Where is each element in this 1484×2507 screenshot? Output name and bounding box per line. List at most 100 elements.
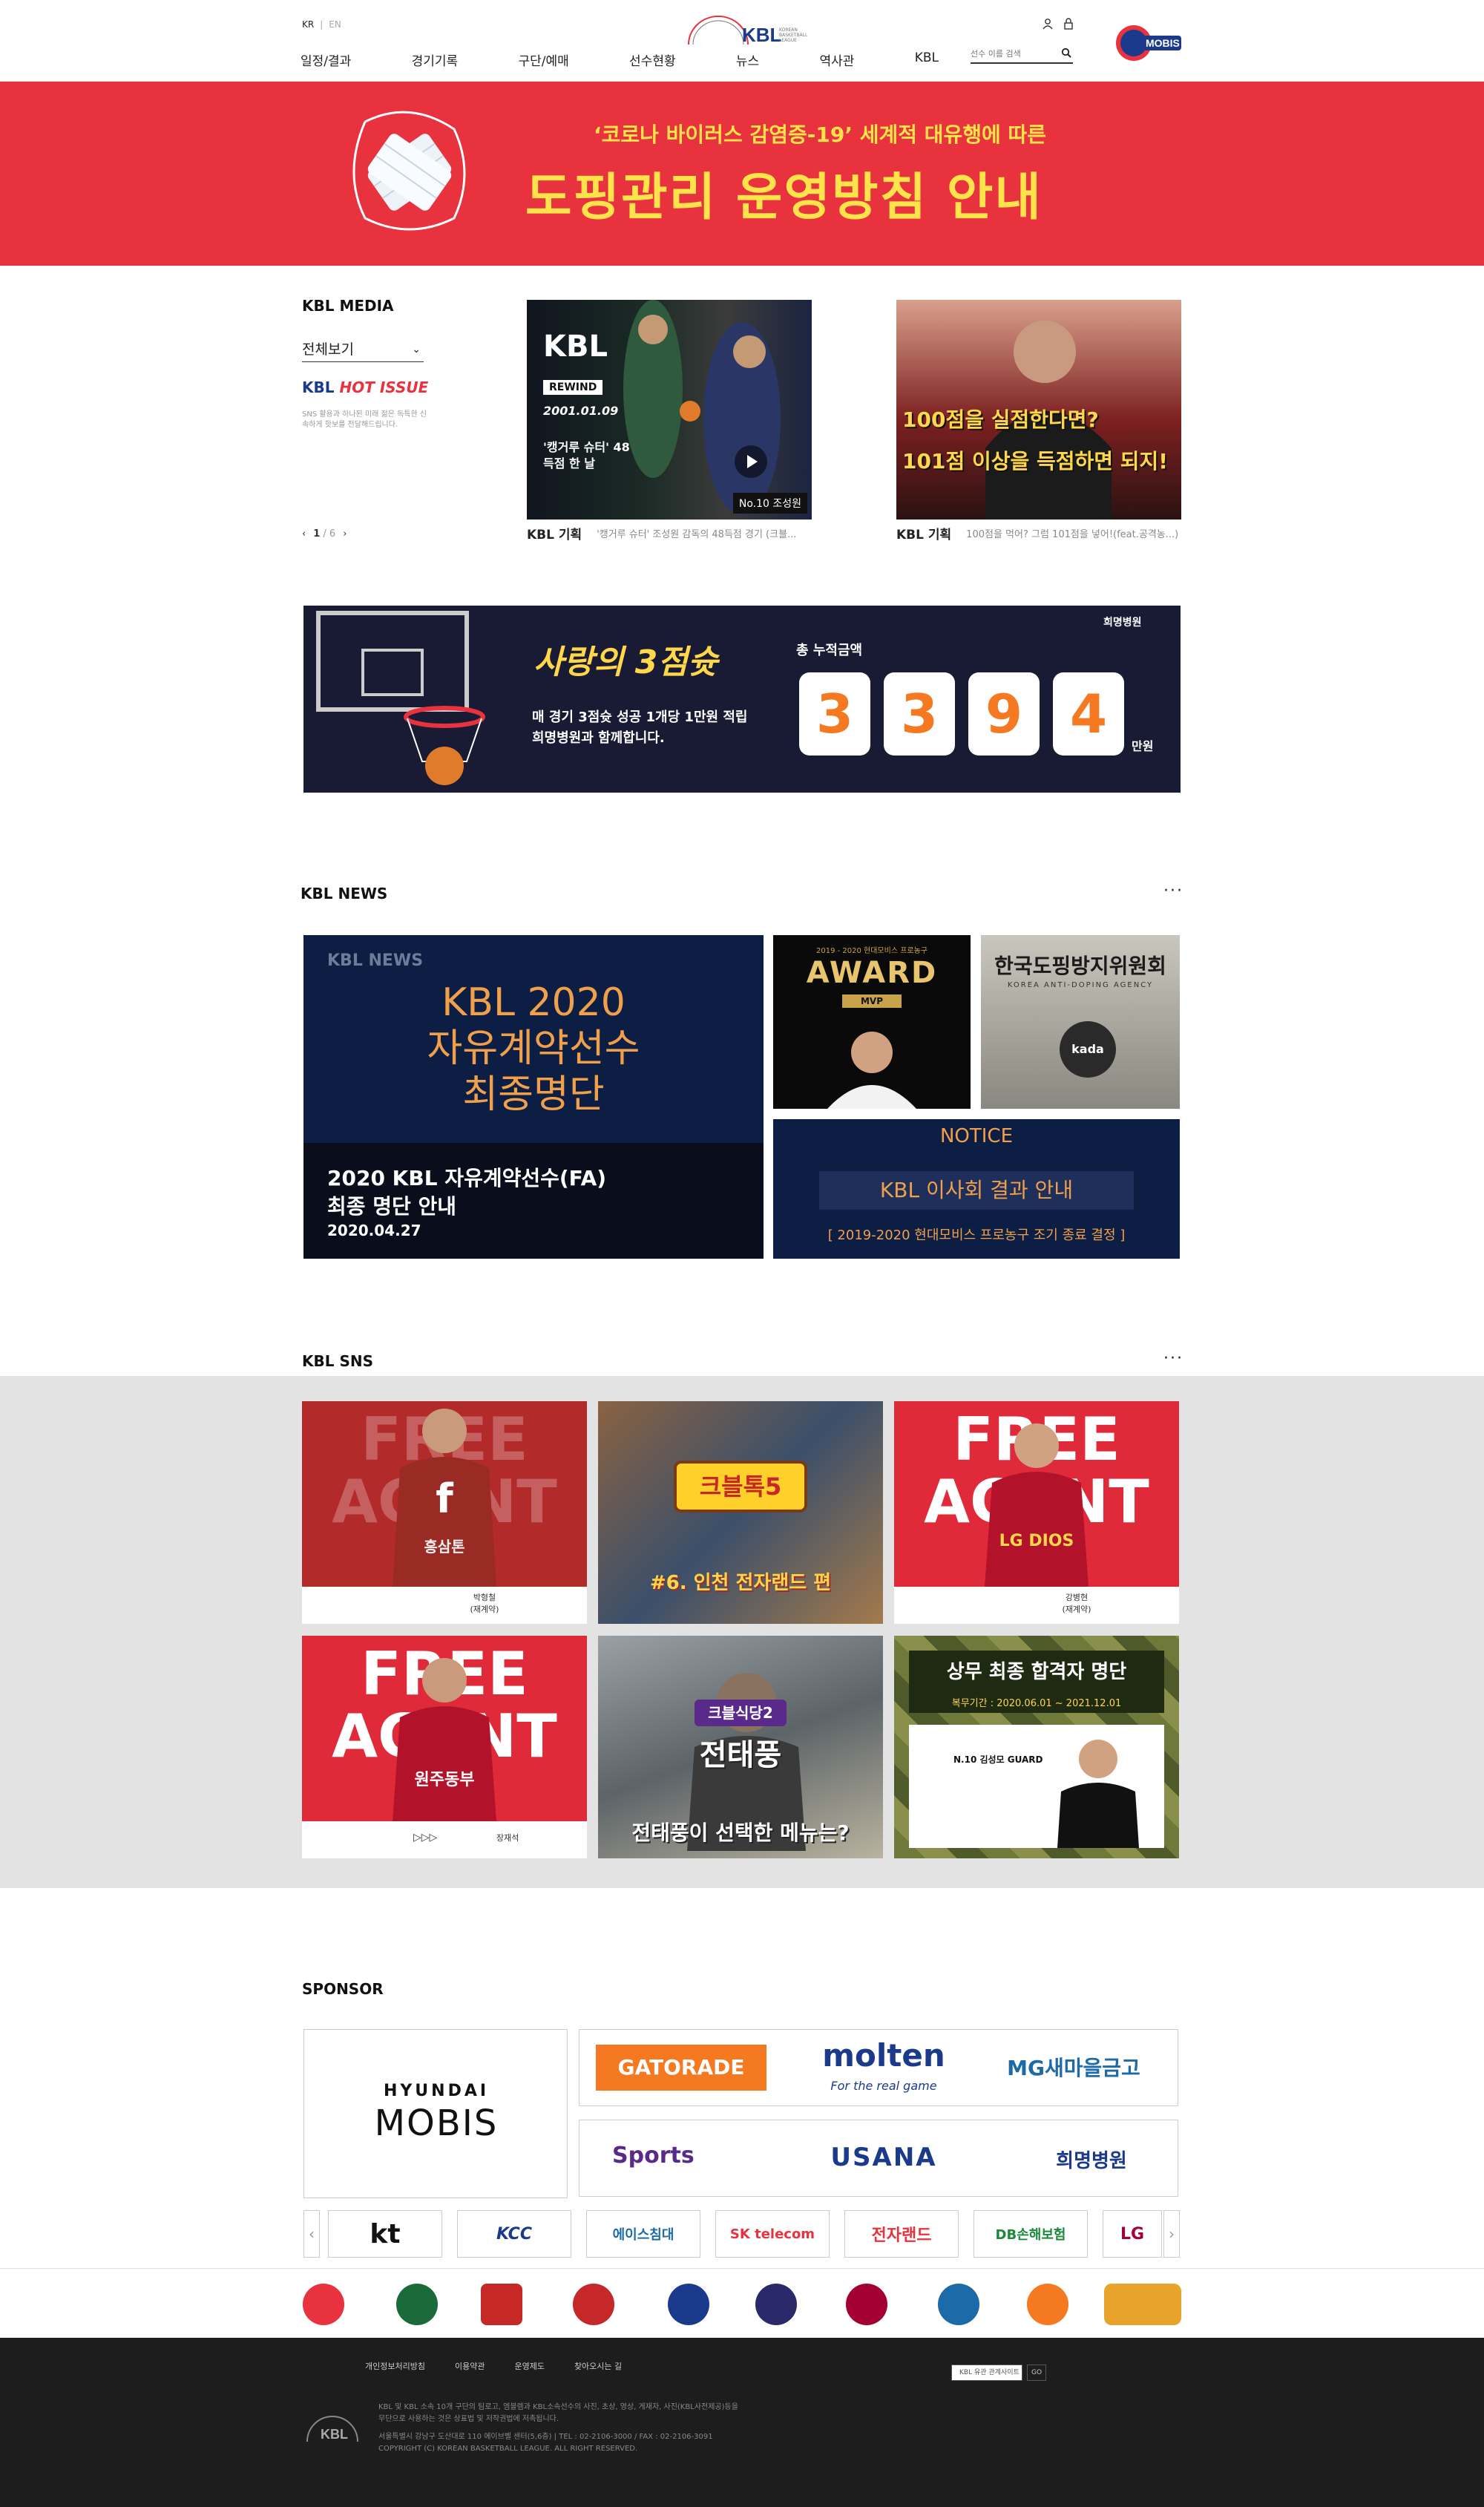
sponsor-mg[interactable]: MG새마을금고	[977, 2052, 1170, 2082]
sns-card[interactable]: FREE AGENT LG DIOS 강병현 (재계약)	[894, 1401, 1179, 1624]
team-logo-lg[interactable]	[846, 2284, 887, 2325]
search-input[interactable]	[971, 45, 1052, 62]
news-date: 2020.04.27	[327, 1222, 421, 1239]
footer-link-location[interactable]: 찾아오시는 길	[574, 2360, 622, 2372]
title-sponsor-badge[interactable]: MOBIS	[1113, 22, 1184, 64]
news-main-card[interactable]: KBL NEWS KBL 2020 자유계약선수 최종명단 2020 KBL 자…	[303, 935, 764, 1259]
total-digit: 9	[968, 672, 1040, 756]
jersey-text: 흥삼톤	[424, 1538, 465, 1556]
face-mask-illustration	[352, 111, 466, 231]
nav-item-news[interactable]: 뉴스	[736, 46, 759, 73]
kada-text: 한국도핑방지위원회	[994, 954, 1166, 978]
search-icon[interactable]	[1061, 47, 1071, 58]
sponsor-kt[interactable]: kt	[328, 2210, 442, 2258]
news-notice-card[interactable]: NOTICE KBL 이사회 결과 안내 [ 2019-2020 현대모비스 프…	[773, 1119, 1180, 1259]
sponsor-db[interactable]: DB손해보험	[974, 2210, 1088, 2258]
user-icon[interactable]	[1042, 18, 1054, 30]
news-kada-card[interactable]: 한국도핑방지위원회 KOREA ANTI-DOPING AGENCY kada	[981, 935, 1180, 1109]
sns-more-button[interactable]: ···	[1163, 1349, 1183, 1368]
media-filter-select[interactable]: 전체보기 ⌄	[302, 337, 424, 362]
lock-icon[interactable]	[1063, 18, 1074, 30]
play-icon[interactable]	[735, 445, 767, 478]
nav-item-records[interactable]: 경기기록	[412, 46, 459, 73]
sns-name-strip	[894, 1587, 1179, 1624]
three-point-donation-banner[interactable]: 사랑의 3점슛 매 경기 3점슛 성공 1개당 1만원 적립 희명병원과 함께합…	[303, 606, 1181, 793]
player-info: N.10 김성모 GUARD	[953, 1754, 1043, 1765]
sponsor-sk[interactable]: SK telecom	[715, 2210, 830, 2258]
media-card[interactable]: KBL REWIND 2001.01.09 '캥거루 슈터' 48득점 한 날 …	[527, 300, 812, 543]
banner-subtitle: ‘코로나 바이러스 감염증-19’ 세계적 대유행에 따른	[594, 122, 1047, 147]
team-logo-kgc[interactable]	[573, 2284, 614, 2325]
news-graphic-line3: 최종명단	[462, 1072, 605, 1117]
thumb-rewind: REWIND	[543, 380, 603, 395]
sns-card[interactable]: FREE AGENT 원주동부 ▷▷▷ 장재석	[302, 1636, 587, 1858]
team-logo-kt[interactable]	[755, 2284, 797, 2325]
sponsor-ace[interactable]: 에이스침대	[586, 2210, 700, 2258]
lang-kr[interactable]: KR	[302, 19, 314, 30]
media-category: KBL 기획	[527, 528, 582, 543]
news-graphic-line1: KBL 2020	[441, 980, 626, 1025]
pager-prev-button[interactable]: ‹	[302, 528, 306, 540]
sns-card[interactable]: 크블톡5 #6. 인천 전자랜드 편	[598, 1401, 883, 1624]
sponsor-usana[interactable]: USANA	[810, 2143, 958, 2172]
nav-item-schedule[interactable]: 일정/결과	[301, 46, 351, 73]
thumb-kbl-logo: KBL	[543, 330, 608, 364]
footer-info: KBL 및 KBL 소속 10개 구단의 팀로고, 엠블렘과 KBL소속선수의 …	[378, 2402, 764, 2455]
sponsor-elandland[interactable]: 전자랜드	[844, 2210, 959, 2258]
player-note: (재계약)	[470, 1605, 499, 1614]
sponsor-heemyung[interactable]: 희명병원	[1010, 2146, 1173, 2173]
sns-card[interactable]: 상무 최종 합격자 명단 복무기간 : 2020.06.01 ~ 2021.12…	[894, 1636, 1179, 1858]
sponsor-next-button[interactable]: ›	[1163, 2210, 1180, 2258]
nav-item-history[interactable]: 역사관	[819, 46, 854, 73]
sponsor-section-title: SPONSOR	[302, 1980, 384, 1998]
sponsor-molten[interactable]: molten	[810, 2037, 958, 2074]
sns-card[interactable]: 크블식당2 전태풍 전태풍이 선택한 메뉴는?	[598, 1636, 883, 1858]
lang-separator: |	[320, 19, 324, 30]
media-title[interactable]: 100점을 먹어? 그럼 101점을 넣어!(feat.공격농...)	[966, 526, 1181, 540]
sponsor-lg[interactable]: LG	[1103, 2210, 1162, 2258]
sponsor-hyundai-mobis[interactable]: HYUNDAI MOBIS	[303, 2029, 568, 2198]
kada-badge: kada	[1060, 1021, 1116, 1078]
pager-current: 1 / 6	[313, 528, 336, 540]
news-award-card[interactable]: 2019 - 2020 현대모비스 프로농구 AWARD MVP	[773, 935, 971, 1109]
nav-item-players[interactable]: 선수현황	[629, 46, 676, 73]
team-logo-orion[interactable]	[1027, 2284, 1068, 2325]
media-thumbnail: 100점을 실점한다면? 101점 이상을 득점하면 되지!	[896, 300, 1181, 520]
player-photo	[393, 1658, 496, 1821]
sponsor-main-line1: HYUNDAI	[383, 2082, 490, 2100]
sns-name-strip	[302, 1821, 587, 1858]
footer-link-terms[interactable]: 이용약관	[455, 2360, 485, 2372]
family-site-select[interactable]: KBL 유관 관계사이트	[951, 2365, 1022, 2381]
news-headline-1: 2020 KBL 자유계약선수(FA)	[327, 1166, 607, 1190]
sponsor-kcc[interactable]: KCC	[457, 2210, 571, 2258]
team-logo-elandland[interactable]	[481, 2284, 522, 2325]
sponsor-gatorade[interactable]: GATORADE	[596, 2045, 766, 2091]
thumb-line1: 100점을 실점한다면?	[902, 407, 1099, 432]
team-logo-db[interactable]	[396, 2284, 438, 2325]
sponsor-sports[interactable]: Sports	[612, 2143, 761, 2169]
team-logo-mobis[interactable]	[303, 2284, 344, 2325]
media-card[interactable]: 100점을 실점한다면? 101점 이상을 득점하면 되지! KBL 기획 100…	[896, 300, 1181, 543]
pager-next-button[interactable]: ›	[343, 528, 347, 540]
sns-section-title: KBL SNS	[302, 1352, 373, 1370]
kbl-logo[interactable]: KBL KOREAN BASKETBALL LEAGUE	[681, 12, 807, 46]
hope-total-label: 총 누적금액	[796, 643, 863, 658]
lang-en[interactable]: EN	[329, 19, 341, 30]
sns-card[interactable]: FREE AGENT 흥삼톤 f 박형철 (재계약)	[302, 1401, 587, 1624]
thumb-player-tag: No.10 조성원	[732, 493, 807, 514]
media-title[interactable]: '캥거루 슈터' 조성원 감독의 48득점 경기 (크블...	[597, 526, 812, 540]
sponsor-prev-button[interactable]: ‹	[303, 2210, 320, 2258]
family-site-go-button[interactable]: GO	[1027, 2365, 1046, 2381]
footer-link-rules[interactable]: 운영제도	[514, 2360, 544, 2372]
team-logo-kcc[interactable]	[668, 2284, 709, 2325]
team-logo-sk[interactable]	[1104, 2284, 1181, 2325]
notice-text: KBL 이사회 결과 안내	[819, 1171, 1134, 1210]
team-logo-samsung[interactable]	[938, 2284, 979, 2325]
hope-sponsor: 희명병원	[1103, 617, 1142, 629]
service-period: 복무기간 : 2020.06.01 ~ 2021.12.01	[951, 1698, 1122, 1709]
nav-item-teams[interactable]: 구단/예매	[518, 46, 568, 73]
doping-notice-banner[interactable]: ‘코로나 바이러스 감염증-19’ 세계적 대유행에 따른 도핑관리 운영방침 …	[0, 82, 1484, 266]
nav-item-kbl[interactable]: KBL	[915, 46, 939, 73]
news-more-button[interactable]: ···	[1163, 882, 1183, 900]
footer-link-privacy[interactable]: 개인정보처리방침	[365, 2360, 425, 2372]
